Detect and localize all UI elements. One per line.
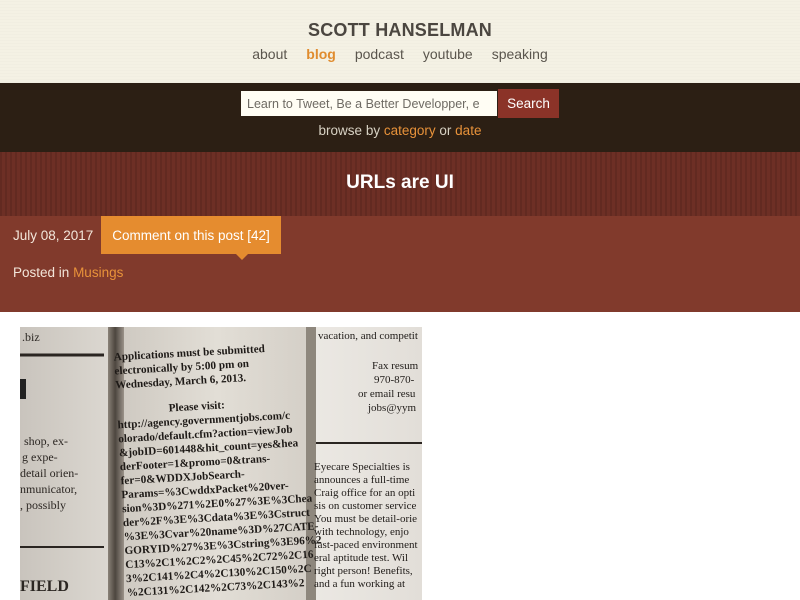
browse-category-link[interactable]: category <box>384 123 436 138</box>
browse-label: browse by <box>318 123 381 138</box>
site-title[interactable]: SCOTT HANSELMAN <box>0 20 800 41</box>
search-button[interactable]: Search <box>498 89 559 118</box>
left-line-2: g expe- <box>22 450 58 464</box>
search-input[interactable] <box>241 91 497 116</box>
post-meta: July 08, 2017 Comment on this post [42] … <box>0 216 800 312</box>
right-line-4: You must be detail-orie <box>314 513 417 525</box>
nav-podcast[interactable]: podcast <box>355 46 404 62</box>
browse-links: browse by category or date <box>0 123 800 138</box>
right-top-line-3: or email resu <box>358 388 416 400</box>
category-link[interactable]: Musings <box>73 265 123 280</box>
post-date: July 08, 2017 <box>13 228 94 243</box>
browse-or-label: or <box>439 123 452 138</box>
right-line-7: eral aptitude test. Wil <box>314 552 408 564</box>
nav-blog[interactable]: blog <box>306 46 336 62</box>
right-line-2: Craig office for an opti <box>314 487 415 499</box>
search-bar: Search browse by category or date <box>0 83 800 152</box>
right-line-5: with technology, enjo <box>314 526 409 538</box>
site-header: SCOTT HANSELMAN about blog podcast youtu… <box>0 0 800 83</box>
nav-youtube[interactable]: youtube <box>423 46 473 62</box>
comment-button[interactable]: Comment on this post [42] <box>101 216 281 254</box>
right-line-9: and a fun working at <box>314 578 405 590</box>
right-top-line-0: vacation, and competit <box>318 330 418 342</box>
posted-in: Posted in Musings <box>13 265 123 280</box>
right-line-3: sis on customer service <box>314 500 416 512</box>
right-top-line-4: jobs@yym <box>367 402 416 414</box>
right-top-line-2: 970-870- <box>374 374 415 386</box>
browse-date-link[interactable]: date <box>455 123 481 138</box>
left-line-4: nmunicator, <box>20 482 77 496</box>
nav-about[interactable]: about <box>252 46 287 62</box>
right-line-8: right person! Benefits, <box>314 565 413 577</box>
post-title: URLs are UI <box>346 172 454 193</box>
post-title-band: URLs are UI <box>0 152 800 216</box>
right-line-6: fast-paced environment <box>314 539 418 551</box>
left-header-text: .biz <box>22 330 40 344</box>
nav-speaking[interactable]: speaking <box>492 46 548 62</box>
right-line-1: announces a full-time <box>314 474 409 486</box>
posted-in-label: Posted in <box>13 265 70 280</box>
right-top-line-1: Fax resum <box>372 360 419 372</box>
left-line-3: detail orien- <box>20 466 78 480</box>
newspaper-photo: .biz shop, ex- g expe- detail orien- nmu… <box>20 327 422 600</box>
comment-pointer <box>236 254 248 260</box>
right-line-0: Eyecare Specialties is <box>314 461 410 473</box>
left-line-1: shop, ex- <box>24 434 68 448</box>
main-nav: about blog podcast youtube speaking <box>0 46 800 62</box>
left-footer-text: FIELD <box>20 578 69 595</box>
newspaper-photo-svg: .biz shop, ex- g expe- detail orien- nmu… <box>20 327 422 600</box>
left-line-5: , possibly <box>20 498 66 512</box>
